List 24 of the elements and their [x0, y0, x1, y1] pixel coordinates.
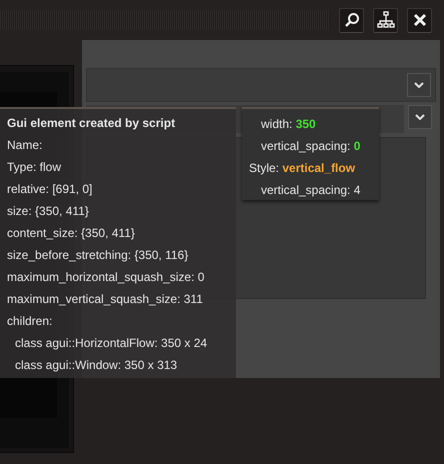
- tooltip-title: Gui element created by script: [7, 115, 176, 132]
- property-text: maximum_vertical_squash_size: 311: [7, 291, 204, 308]
- property-text: Type: flow: [7, 159, 62, 176]
- property-text: size: {350, 411}: [7, 203, 90, 220]
- hierarchy-button[interactable]: [373, 8, 398, 32]
- close-icon: [412, 13, 426, 27]
- chevron-down-icon[interactable]: [408, 105, 432, 129]
- property-text: maximum_horizontal_squash_size: 0: [7, 269, 206, 286]
- chevron-down-icon: [407, 73, 431, 97]
- child-text: class agui::HorizontalFlow: 350 x 24: [14, 335, 208, 352]
- close-button[interactable]: [407, 8, 432, 32]
- child-text: class agui::Window: 350 x 313: [14, 357, 178, 374]
- hierarchy-icon: [376, 11, 394, 29]
- search-button[interactable]: [339, 8, 364, 32]
- search-icon: [344, 12, 360, 28]
- property-text: content_size: {350, 411}: [7, 225, 136, 242]
- property-text: size_before_stretching: {350, 116}: [7, 247, 190, 264]
- children-label: children:: [7, 313, 54, 330]
- style-property-text: Style: vertical_flow: [249, 160, 356, 177]
- style-property-text: vertical_spacing: 4: [260, 182, 362, 199]
- style-property-text: width: 350: [260, 116, 317, 133]
- style-property-text: vertical_spacing: 0: [260, 138, 362, 155]
- property-text: Name:: [7, 137, 44, 154]
- property-text: relative: [691, 0]: [7, 181, 94, 198]
